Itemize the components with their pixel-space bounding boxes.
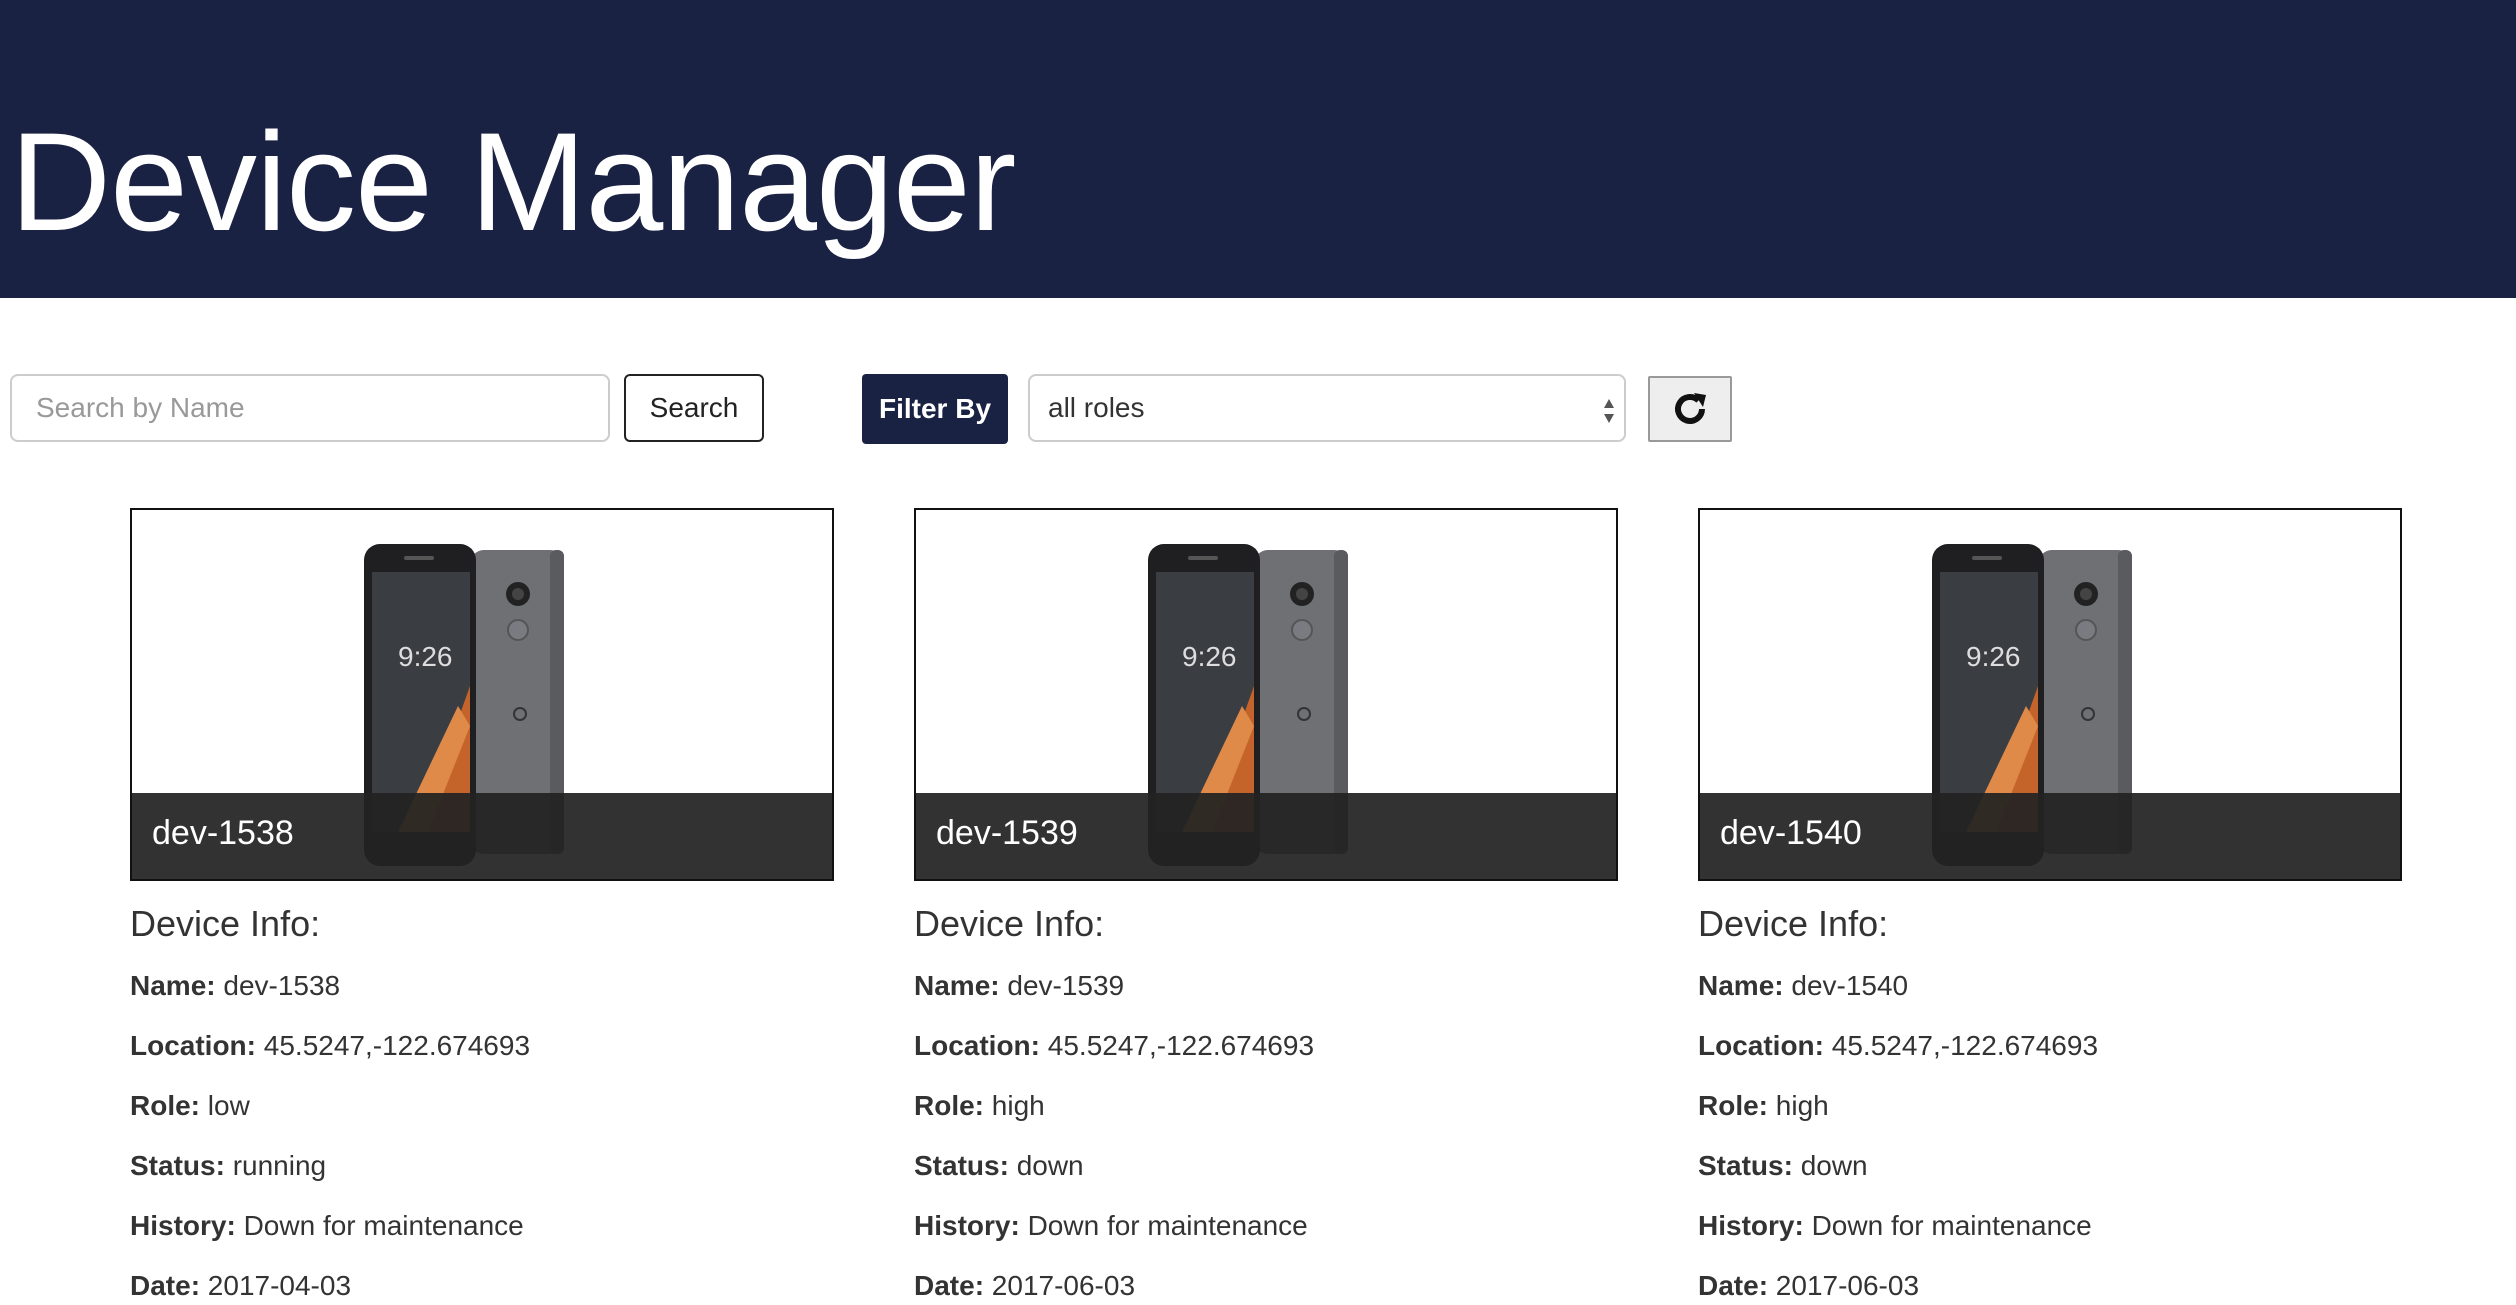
device-info-title: Device Info: [1698,903,1889,944]
info-label: Date: [914,1270,985,1301]
info-role: Role: high [1698,1087,2402,1125]
info-status: Status: running [130,1147,834,1185]
info-history: History: Down for maintenance [130,1207,834,1245]
svg-text:9:26: 9:26 [1182,641,1237,672]
device-info-title: Device Info: [914,903,1105,944]
page-header: Device Manager [0,0,2516,298]
device-caption: dev-1540 [1720,814,1862,852]
info-location: Location: 45.5247,-122.674693 [914,1027,1618,1065]
info-label: History: [914,1210,1020,1241]
info-value: 45.5247,-122.674693 [1831,1030,2099,1061]
info-value: low [207,1090,250,1121]
info-value: Down for maintenance [243,1210,524,1241]
info-label: Status: [130,1150,225,1181]
info-value: high [1775,1090,1829,1121]
refresh-icon [1675,393,1706,424]
info-value: Down for maintenance [1811,1210,2092,1241]
info-label: Location: [130,1030,256,1061]
svg-text:9:26: 9:26 [398,641,453,672]
info-label: Date: [130,1270,201,1301]
role-select[interactable]: all roles [1028,374,1626,442]
search-button[interactable]: Search [624,374,764,442]
info-label: Location: [1698,1030,1824,1061]
device-card: 9:26 dev-1540 Device Info: Name: dev-154… [1698,508,2402,1305]
info-value: Down for maintenance [1027,1210,1308,1241]
select-arrows-icon [1604,399,1614,423]
info-location: Location: 45.5247,-122.674693 [1698,1027,2402,1065]
refresh-button[interactable] [1648,376,1732,442]
info-value: high [991,1090,1045,1121]
info-status: Status: down [1698,1147,2402,1185]
info-value: 2017-06-03 [1775,1270,1920,1301]
info-label: Status: [1698,1150,1793,1181]
toolbar: Search Filter By all roles [0,374,2516,444]
caption-bar: dev-1540 [1700,793,2400,879]
info-label: Role: [1698,1090,1768,1121]
info-value: 2017-06-03 [991,1270,1136,1301]
info-history: History: Down for maintenance [914,1207,1618,1245]
info-label: Name: [1698,970,1784,1001]
info-history: History: Down for maintenance [1698,1207,2402,1245]
info-label: History: [1698,1210,1804,1241]
info-value: dev-1539 [1007,970,1125,1001]
info-label: Date: [1698,1270,1769,1301]
svg-text:9:26: 9:26 [1966,641,2021,672]
info-date: Date: 2017-06-03 [1698,1267,2402,1305]
info-value: down [1016,1150,1084,1181]
page-title: Device Manager [10,103,1016,260]
info-date: Date: 2017-04-03 [130,1267,834,1305]
role-select-value: all roles [1048,392,1145,423]
device-image-frame[interactable]: 9:26 dev-1539 [914,508,1618,881]
info-role: Role: low [130,1087,834,1125]
info-label: Role: [914,1090,984,1121]
info-location: Location: 45.5247,-122.674693 [130,1027,834,1065]
info-label: History: [130,1210,236,1241]
caption-bar: dev-1538 [132,793,832,879]
device-image-frame[interactable]: 9:26 dev-1540 [1698,508,2402,881]
info-name: Name: dev-1539 [914,967,1618,1005]
info-value: down [1800,1150,1868,1181]
info-label: Location: [914,1030,1040,1061]
info-value: dev-1538 [223,970,341,1001]
info-value: 45.5247,-122.674693 [1047,1030,1315,1061]
info-value: dev-1540 [1791,970,1909,1001]
info-name: Name: dev-1538 [130,967,834,1005]
search-input[interactable] [10,374,610,442]
info-label: Name: [130,970,216,1001]
info-date: Date: 2017-06-03 [914,1267,1618,1305]
caption-bar: dev-1539 [916,793,1616,879]
info-value: 45.5247,-122.674693 [263,1030,531,1061]
info-label: Status: [914,1150,1009,1181]
device-caption: dev-1538 [152,814,294,852]
info-value: 2017-04-03 [207,1270,352,1301]
device-card: 9:26 dev-1539 Device Info: Name: dev-153… [914,508,1618,1305]
device-caption: dev-1539 [936,814,1078,852]
device-image-frame[interactable]: 9:26 dev-1538 [130,508,834,881]
info-label: Name: [914,970,1000,1001]
info-name: Name: dev-1540 [1698,967,2402,1005]
filter-by-label: Filter By [862,374,1008,444]
info-status: Status: down [914,1147,1618,1185]
device-card: 9:26 dev-1538 Device Info: Name: dev-153… [130,508,834,1305]
info-role: Role: high [914,1087,1618,1125]
device-info-title: Device Info: [130,903,321,944]
info-label: Role: [130,1090,200,1121]
info-value: running [232,1150,327,1181]
